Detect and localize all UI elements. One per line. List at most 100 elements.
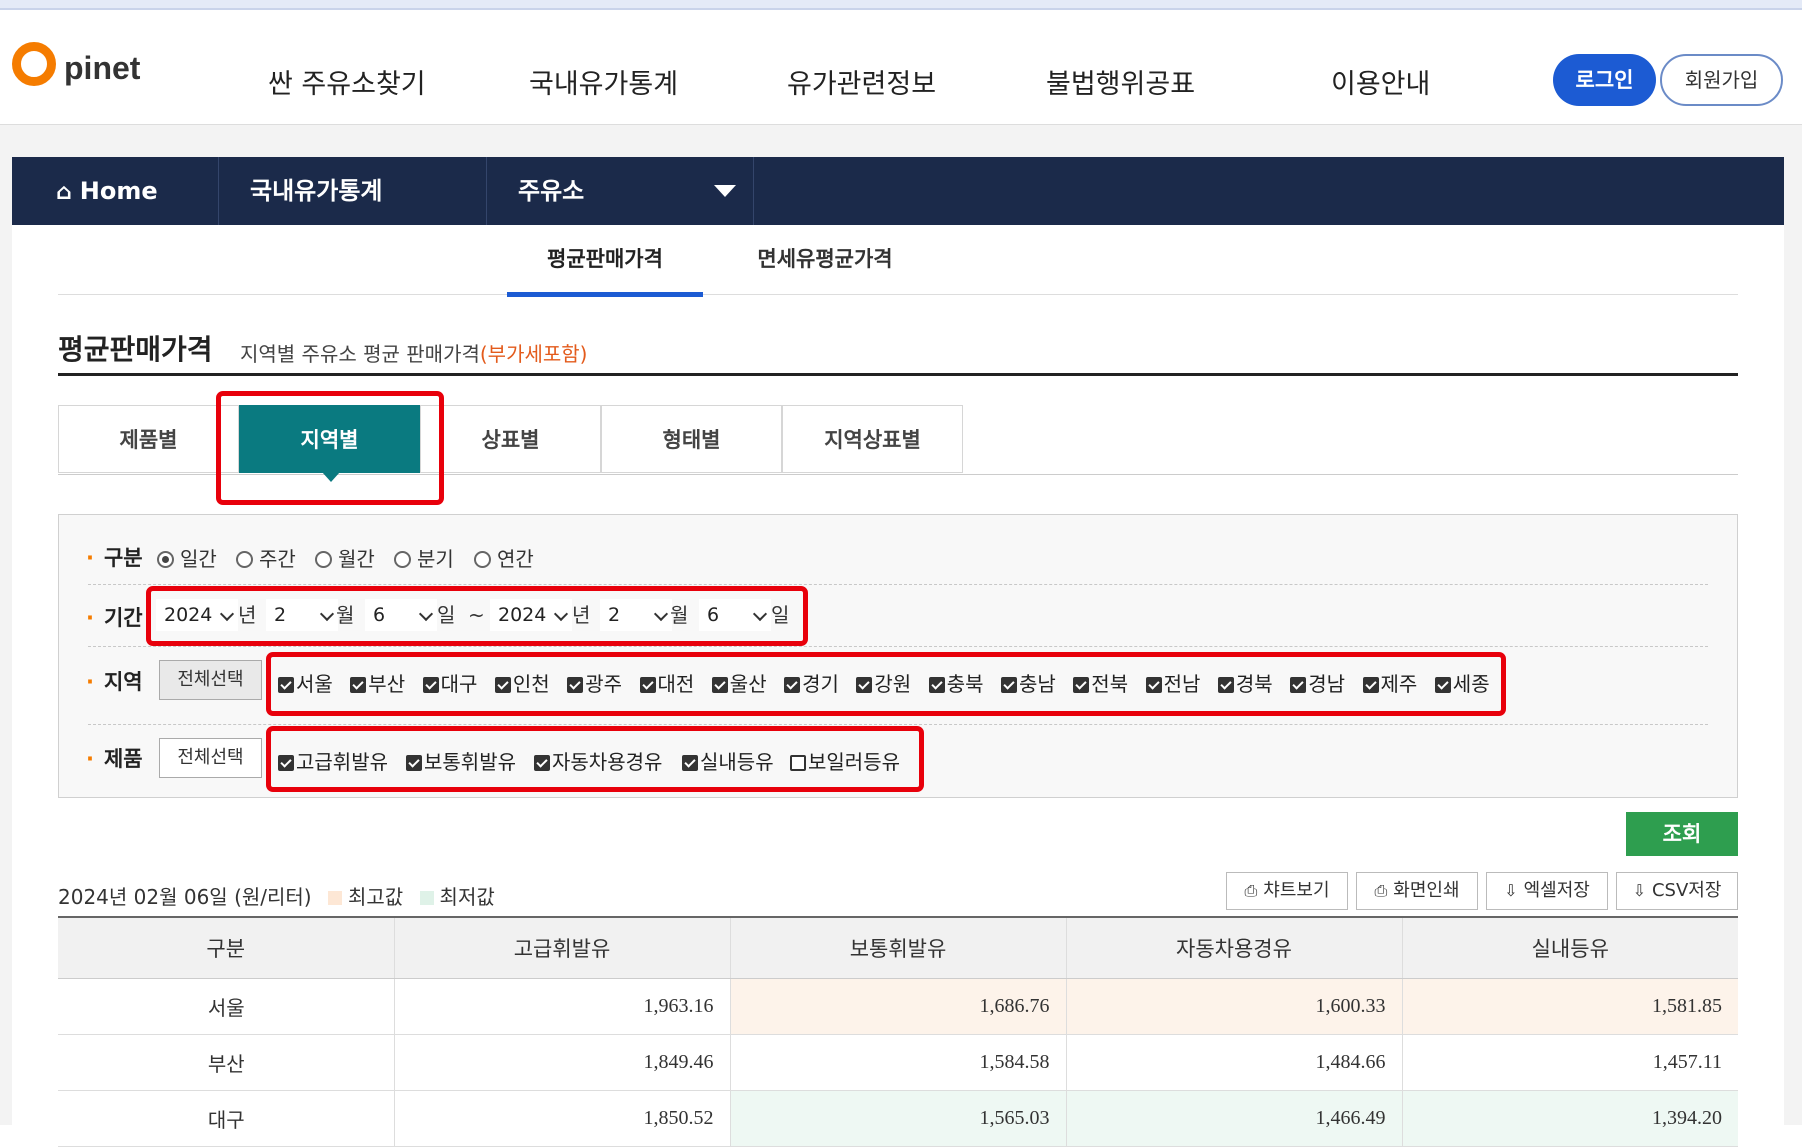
- legend-high-swatch: [327, 891, 342, 905]
- price-cell: 1,963.16: [394, 978, 731, 1035]
- login-button[interactable]: 로그인: [1553, 54, 1656, 106]
- col-header-kerosene[interactable]: 실내등유: [1402, 916, 1738, 979]
- period-type-label: 구분: [86, 542, 143, 572]
- row-region-cell: 부산: [58, 1034, 395, 1091]
- tab-by-brand[interactable]: 상표별: [420, 405, 601, 473]
- join-button[interactable]: 회원가입: [1660, 54, 1783, 106]
- chart-view-button[interactable]: ⎙ 챠트보기: [1226, 872, 1348, 910]
- radio-daily[interactable]: 일간: [157, 543, 217, 572]
- col-header-diesel[interactable]: 자동차용경유: [1066, 916, 1403, 979]
- legend-low-swatch: [419, 891, 434, 905]
- tab-by-region-brand[interactable]: 지역상표별: [782, 405, 963, 473]
- region-label: 지역: [86, 666, 143, 696]
- tab-by-type[interactable]: 형태별: [601, 405, 782, 473]
- gnb-cheap-station[interactable]: 싼 주유소찾기: [268, 62, 426, 101]
- highlight-box-region: [266, 652, 1506, 716]
- page-subtitle: 지역별 주유소 평균 판매가격(부가세포함): [240, 338, 587, 367]
- row-divider: [88, 584, 1708, 585]
- tab-avg-price[interactable]: 평균판매가격: [507, 240, 703, 297]
- row-region-cell: 서울: [58, 978, 395, 1035]
- printer-icon: ⎙: [1374, 881, 1388, 900]
- period-label: 기간: [86, 602, 143, 632]
- radio-weekly[interactable]: 주간: [236, 543, 296, 572]
- tool-label: 화면인쇄: [1393, 880, 1460, 901]
- radio-monthly[interactable]: 월간: [315, 543, 375, 572]
- print-button[interactable]: ⎙ 화면인쇄: [1356, 872, 1478, 910]
- legend-high-label: 최고값: [347, 885, 404, 909]
- browser-top-strip: [0, 0, 1802, 10]
- result-date: 2024년 02월 06일 (원/리터): [58, 885, 312, 909]
- price-cell: 1,457.11: [1402, 1034, 1738, 1091]
- result-date-info: 2024년 02월 06일 (원/리터) 최고값 최저값: [58, 881, 495, 910]
- highlight-box-product: [266, 726, 924, 792]
- highlight-box-region-tab: [216, 391, 444, 505]
- chevron-down-icon[interactable]: [714, 185, 736, 197]
- price-cell: 1,600.33: [1066, 978, 1403, 1035]
- highlight-box-period: [146, 586, 808, 646]
- price-cell: 1,484.66: [1066, 1034, 1403, 1091]
- radio-circle: [474, 551, 491, 568]
- table-body: 서울 1,963.16 1,686.76 1,600.33 1,581.85 부산 1,84…: [58, 978, 1738, 1147]
- radio-label: 분기: [417, 547, 454, 571]
- radio-circle: [157, 551, 174, 568]
- row-region-cell: 대구: [58, 1090, 395, 1147]
- printer-icon: ⎙: [1244, 881, 1258, 900]
- table-row: 대구 1,850.52 1,565.03 1,466.49 1,394.20: [58, 1090, 1738, 1147]
- radio-yearly[interactable]: 연간: [474, 543, 534, 572]
- save-file-icon: ⇩: [1504, 881, 1518, 900]
- page-subtitle-text: 지역별 주유소 평균 판매가격: [240, 342, 480, 366]
- location-nav: ⌂ Home 국내유가통계 주유소: [12, 157, 1784, 225]
- product-label: 제품: [86, 743, 143, 773]
- radio-circle: [394, 551, 411, 568]
- nav-level1[interactable]: 국내유가통계: [250, 157, 382, 225]
- row-divider: [88, 724, 1708, 725]
- nav-divider: [753, 157, 754, 225]
- price-cell: 1,565.03: [730, 1090, 1067, 1147]
- col-header-regular-gasoline[interactable]: 보통휘발유: [730, 916, 1067, 979]
- site-header: pinet 싼 주유소찾기 국내유가통계 유가관련정보 불법행위공표 이용안내 …: [0, 10, 1802, 125]
- table-row: 부산 1,849.46 1,584.58 1,484.66 1,457.11: [58, 1034, 1738, 1091]
- tab-taxfree-price[interactable]: 면세유평균가격: [730, 240, 920, 292]
- gnb-illegal-disclosure[interactable]: 불법행위공표: [1046, 62, 1195, 101]
- logo-o-mark: [12, 42, 56, 86]
- col-header-region[interactable]: 구분: [58, 916, 395, 979]
- tool-label: 챠트보기: [1263, 880, 1330, 901]
- radio-circle: [315, 551, 332, 568]
- excel-save-button[interactable]: ⇩ 엑셀저장: [1486, 872, 1608, 910]
- price-cell: 1,849.46: [394, 1034, 731, 1091]
- row-divider: [88, 646, 1708, 647]
- csv-save-button[interactable]: ⇩ CSV저장: [1616, 872, 1738, 910]
- vat-note: (부가세포함): [479, 342, 588, 366]
- save-file-icon: ⇩: [1632, 881, 1646, 900]
- title-underline: [58, 373, 1738, 376]
- gnb-oil-info[interactable]: 유가관련정보: [787, 62, 936, 101]
- radio-quarterly[interactable]: 분기: [394, 543, 454, 572]
- price-cell: 1,581.85: [1402, 978, 1738, 1035]
- price-cell: 1,850.52: [394, 1090, 731, 1147]
- gnb-guide[interactable]: 이용안내: [1331, 62, 1430, 101]
- radio-label: 월간: [338, 547, 375, 571]
- price-table: 구분 고급휘발유 보통휘발유 자동차용경유 실내등유 서울 1,963.16 1,6…: [58, 916, 1738, 1147]
- gnb-domestic-price-stats[interactable]: 국내유가통계: [529, 62, 678, 101]
- nav-level2[interactable]: 주유소: [518, 157, 584, 225]
- price-table-wrap: 구분 고급휘발유 보통휘발유 자동차용경유 실내등유 서울 1,963.16 1,6…: [58, 916, 1738, 1147]
- nav-home[interactable]: ⌂ Home: [56, 157, 158, 225]
- page-title: 평균판매가격: [58, 333, 213, 366]
- nav-divider: [218, 157, 219, 225]
- table-row: 서울 1,963.16 1,686.76 1,600.33 1,581.85: [58, 978, 1738, 1035]
- col-header-premium-gasoline[interactable]: 고급휘발유: [394, 916, 731, 979]
- tool-label: 엑셀저장: [1523, 880, 1590, 901]
- radio-label: 연간: [497, 547, 534, 571]
- price-cell: 1,584.58: [730, 1034, 1067, 1091]
- price-cell: 1,686.76: [730, 978, 1067, 1035]
- nav-divider: [486, 157, 487, 225]
- region-select-all-button[interactable]: 전체선택: [159, 660, 262, 700]
- table-header-row: 구분 고급휘발유 보통휘발유 자동차용경유 실내등유: [58, 916, 1738, 979]
- radio-label: 주간: [259, 547, 296, 571]
- radio-label: 일간: [180, 547, 217, 571]
- logo-text: pinet: [64, 50, 141, 86]
- tab-by-product[interactable]: 제품별: [58, 405, 239, 473]
- search-button[interactable]: 조회: [1626, 812, 1738, 856]
- product-select-all-button[interactable]: 전체선택: [159, 738, 262, 778]
- tool-label: CSV저장: [1651, 880, 1722, 901]
